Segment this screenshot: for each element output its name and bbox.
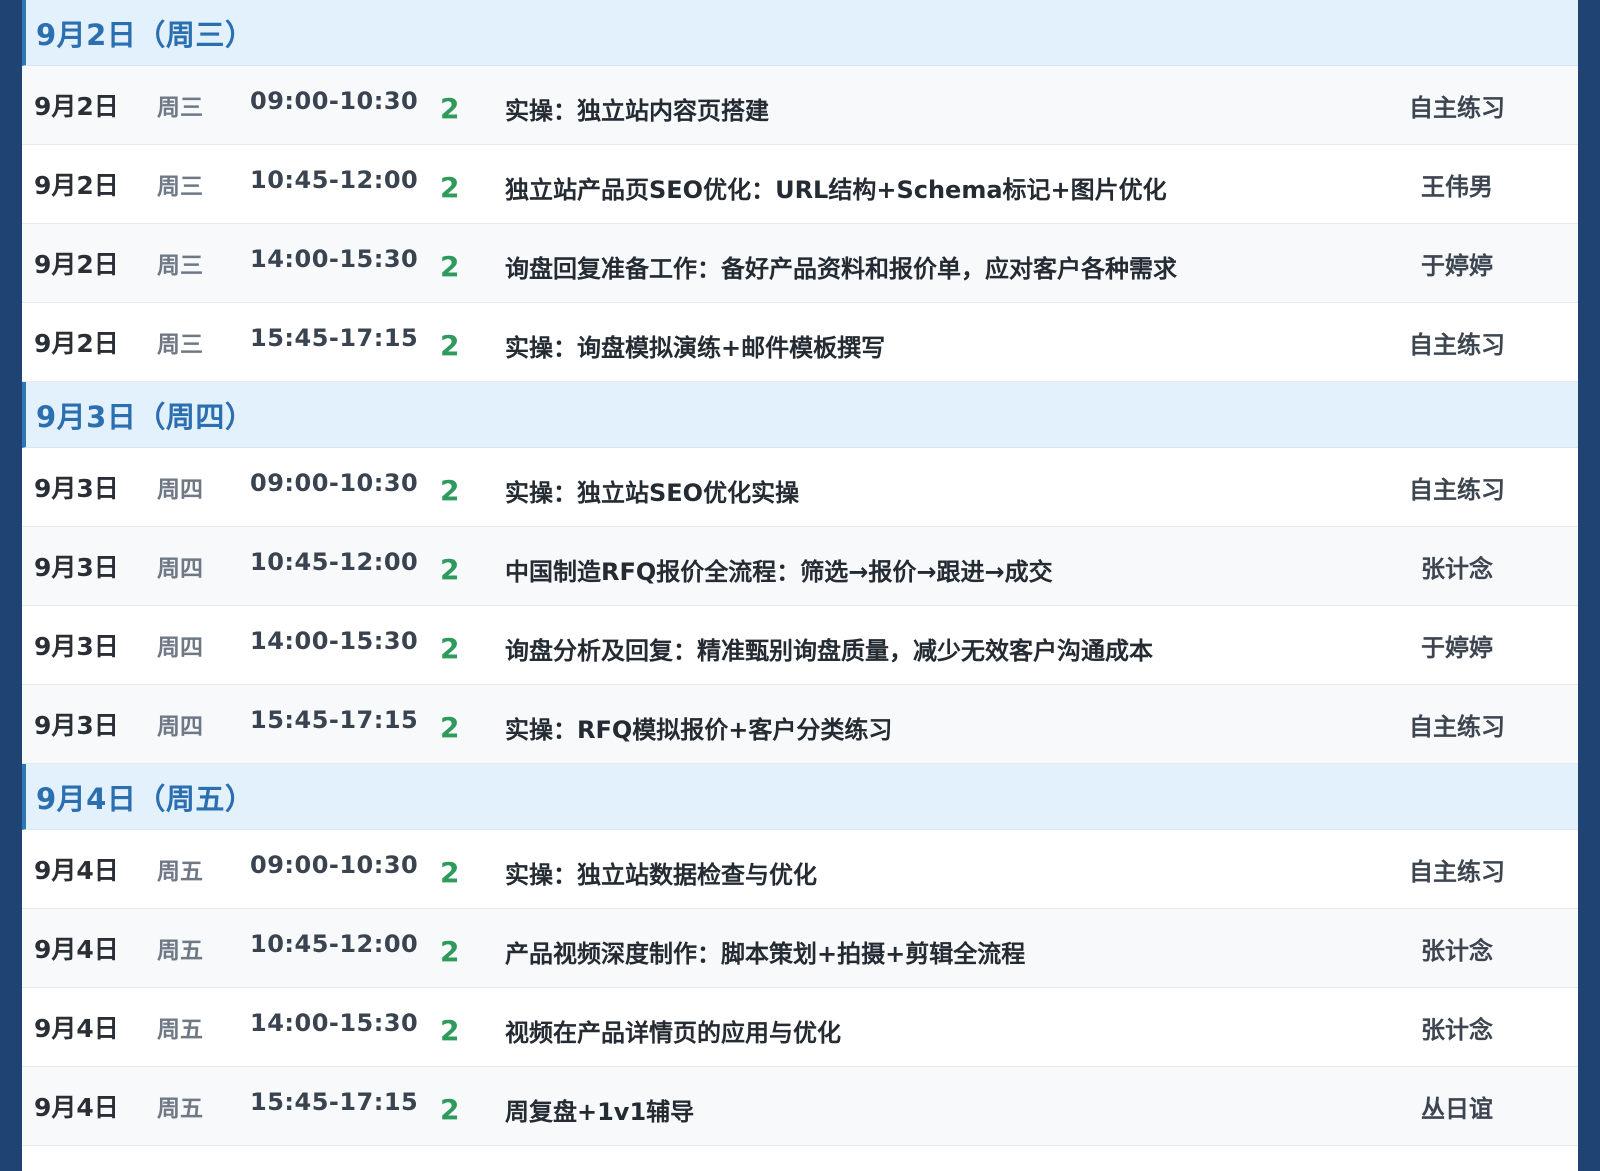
schedule-table: 9月2日（周三） 9月2日 周三 09:00-10:30 2 实操：独立站内容页… bbox=[22, 0, 1578, 1171]
topic-cell: 独立站产品页SEO优化：URL结构+Schema标记+图片优化 bbox=[505, 175, 1167, 204]
date-cell: 9月2日 bbox=[34, 250, 119, 279]
table-row: 9月2日 周三 15:45-17:15 2 实操：询盘模拟演练+邮件模板撰写 自… bbox=[22, 303, 1578, 382]
time-cell: 09:00-10:30 bbox=[250, 851, 419, 879]
topic-cell: 周复盘+1v1辅导 bbox=[505, 1097, 695, 1126]
weekday-cell: 周四 bbox=[157, 635, 203, 661]
teacher-cell: 自主练习 bbox=[1409, 475, 1505, 504]
day-header: 9月3日（周四） bbox=[22, 382, 1578, 448]
time-cell: 10:45-12:00 bbox=[250, 930, 419, 958]
teacher-cell: 张计念 bbox=[1421, 936, 1493, 965]
teacher-cell: 自主练习 bbox=[1409, 330, 1505, 359]
hours-cell: 2 bbox=[440, 710, 460, 744]
time-cell: 10:45-12:00 bbox=[250, 548, 419, 576]
day-title: 9月3日（周四） bbox=[36, 399, 255, 434]
teacher-cell: 丛日谊 bbox=[1421, 1094, 1493, 1123]
table-row: 9月3日 周四 09:00-10:30 2 实操：独立站SEO优化实操 自主练习 bbox=[22, 448, 1578, 527]
time-cell: 09:00-10:30 bbox=[250, 87, 419, 115]
date-cell: 9月3日 bbox=[34, 474, 119, 503]
teacher-cell: 于婷婷 bbox=[1421, 633, 1493, 662]
teacher-cell: 自主练习 bbox=[1409, 93, 1505, 122]
weekday-cell: 周三 bbox=[157, 95, 203, 121]
time-cell: 14:00-15:30 bbox=[250, 1009, 419, 1037]
table-row: 9月4日 周五 09:00-10:30 2 实操：独立站数据检查与优化 自主练习 bbox=[22, 830, 1578, 909]
date-cell: 9月2日 bbox=[34, 171, 119, 200]
time-cell: 15:45-17:15 bbox=[250, 706, 419, 734]
hours-cell: 2 bbox=[440, 855, 460, 889]
topic-cell: 实操：RFQ模拟报价+客户分类练习 bbox=[505, 715, 893, 744]
topic-cell: 产品视频深度制作：脚本策划+拍摄+剪辑全流程 bbox=[505, 939, 1026, 968]
topic-cell: 视频在产品详情页的应用与优化 bbox=[505, 1018, 841, 1047]
table-row: 9月2日 周三 10:45-12:00 2 独立站产品页SEO优化：URL结构+… bbox=[22, 145, 1578, 224]
weekday-cell: 周五 bbox=[157, 938, 203, 964]
weekday-cell: 周三 bbox=[157, 332, 203, 358]
topic-cell: 中国制造RFQ报价全流程：筛选→报价→跟进→成交 bbox=[505, 557, 1053, 586]
date-cell: 9月3日 bbox=[34, 711, 119, 740]
hours-cell: 2 bbox=[440, 552, 460, 586]
table-row: 9月3日 周四 15:45-17:15 2 实操：RFQ模拟报价+客户分类练习 … bbox=[22, 685, 1578, 764]
weekday-cell: 周五 bbox=[157, 1096, 203, 1122]
weekday-cell: 周四 bbox=[157, 477, 203, 503]
weekday-cell: 周三 bbox=[157, 174, 203, 200]
weekday-cell: 周五 bbox=[157, 859, 203, 885]
hours-cell: 2 bbox=[440, 934, 460, 968]
teacher-cell: 自主练习 bbox=[1409, 712, 1505, 741]
date-cell: 9月3日 bbox=[34, 553, 119, 582]
time-cell: 15:45-17:15 bbox=[250, 1088, 419, 1116]
day-header: 9月4日（周五） bbox=[22, 764, 1578, 830]
time-cell: 10:45-12:00 bbox=[250, 166, 419, 194]
hours-cell: 2 bbox=[440, 473, 460, 507]
weekday-cell: 周四 bbox=[157, 714, 203, 740]
hours-cell: 2 bbox=[440, 91, 460, 125]
topic-cell: 询盘回复准备工作：备好产品资料和报价单，应对客户各种需求 bbox=[505, 254, 1177, 283]
teacher-cell: 自主练习 bbox=[1409, 857, 1505, 886]
date-cell: 9月2日 bbox=[34, 329, 119, 358]
weekday-cell: 周五 bbox=[157, 1017, 203, 1043]
date-cell: 9月4日 bbox=[34, 1093, 119, 1122]
topic-cell: 实操：独立站SEO优化实操 bbox=[505, 478, 800, 507]
hours-cell: 2 bbox=[440, 1092, 460, 1126]
table-row: 9月3日 周四 14:00-15:30 2 询盘分析及回复：精准甄别询盘质量，减… bbox=[22, 606, 1578, 685]
topic-cell: 实操：询盘模拟演练+邮件模板撰写 bbox=[505, 333, 886, 362]
day-title: 9月2日（周三） bbox=[36, 17, 255, 52]
teacher-cell: 张计念 bbox=[1421, 1015, 1493, 1044]
table-row: 9月4日 周五 14:00-15:30 2 视频在产品详情页的应用与优化 张计念 bbox=[22, 988, 1578, 1067]
table-row: 9月3日 周四 10:45-12:00 2 中国制造RFQ报价全流程：筛选→报价… bbox=[22, 527, 1578, 606]
teacher-cell: 王伟男 bbox=[1421, 172, 1493, 201]
day-title: 9月4日（周五） bbox=[36, 781, 255, 816]
time-cell: 14:00-15:30 bbox=[250, 245, 419, 273]
time-cell: 14:00-15:30 bbox=[250, 627, 419, 655]
hours-cell: 2 bbox=[440, 249, 460, 283]
table-row: 9月4日 周五 15:45-17:15 2 周复盘+1v1辅导 丛日谊 bbox=[22, 1067, 1578, 1146]
weekday-cell: 周三 bbox=[157, 253, 203, 279]
table-row: 9月2日 周三 09:00-10:30 2 实操：独立站内容页搭建 自主练习 bbox=[22, 66, 1578, 145]
time-cell: 09:00-10:30 bbox=[250, 469, 419, 497]
date-cell: 9月4日 bbox=[34, 856, 119, 885]
topic-cell: 询盘分析及回复：精准甄别询盘质量，减少无效客户沟通成本 bbox=[505, 636, 1153, 665]
hours-cell: 2 bbox=[440, 631, 460, 665]
date-cell: 9月4日 bbox=[34, 935, 119, 964]
date-cell: 9月2日 bbox=[34, 92, 119, 121]
date-cell: 9月4日 bbox=[34, 1014, 119, 1043]
topic-cell: 实操：独立站内容页搭建 bbox=[505, 96, 769, 125]
date-cell: 9月3日 bbox=[34, 632, 119, 661]
table-row: 9月4日 周五 10:45-12:00 2 产品视频深度制作：脚本策划+拍摄+剪… bbox=[22, 909, 1578, 988]
teacher-cell: 于婷婷 bbox=[1421, 251, 1493, 280]
hours-cell: 2 bbox=[440, 1013, 460, 1047]
time-cell: 15:45-17:15 bbox=[250, 324, 419, 352]
table-row: 9月2日 周三 14:00-15:30 2 询盘回复准备工作：备好产品资料和报价… bbox=[22, 224, 1578, 303]
topic-cell: 实操：独立站数据检查与优化 bbox=[505, 860, 817, 889]
weekday-cell: 周四 bbox=[157, 556, 203, 582]
day-header: 9月2日（周三） bbox=[22, 0, 1578, 66]
hours-cell: 2 bbox=[440, 170, 460, 204]
teacher-cell: 张计念 bbox=[1421, 554, 1493, 583]
hours-cell: 2 bbox=[440, 328, 460, 362]
